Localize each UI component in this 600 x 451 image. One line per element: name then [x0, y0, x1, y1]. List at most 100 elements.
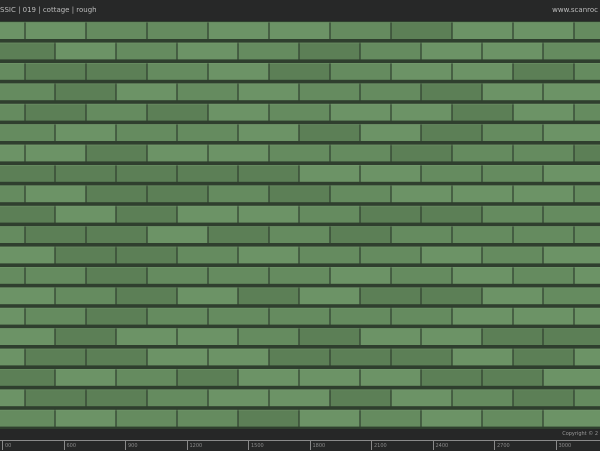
shingle-tile	[391, 389, 452, 407]
shingle-tile	[482, 246, 543, 264]
shingle-tile	[269, 389, 330, 407]
shingle-tile	[147, 307, 208, 325]
shingle-tile	[269, 185, 330, 203]
row-highlight	[0, 267, 600, 268]
shingle-tile	[55, 165, 116, 182]
shingle-tile	[86, 185, 147, 203]
shingle-tile	[55, 83, 116, 101]
row-highlight	[0, 226, 600, 227]
shingle-tile	[147, 226, 208, 243]
shingle-tile	[452, 226, 513, 243]
shingle-tile	[543, 369, 600, 386]
shingle-tile	[147, 348, 208, 366]
shingle-tile	[269, 226, 330, 243]
shingle-tile	[0, 389, 25, 407]
shingle-tile	[116, 369, 177, 386]
shingle-tile	[208, 63, 269, 80]
shingle-tile	[299, 369, 360, 386]
shingle-tile	[269, 63, 330, 80]
shingle-tile	[452, 348, 513, 366]
shingle-tile	[0, 83, 55, 101]
shingle-tile	[25, 144, 86, 162]
shingle-tile	[25, 348, 86, 366]
shingle-tile	[513, 307, 574, 325]
shingle-tile	[421, 369, 482, 386]
shingle-tile	[238, 165, 299, 182]
shingle-tile	[116, 409, 177, 427]
shingle-tile	[360, 42, 421, 60]
shingle-tile	[330, 389, 391, 407]
shingle-tile	[55, 328, 116, 345]
shingle-tile	[574, 348, 600, 366]
shingle-tile	[360, 205, 421, 223]
shingle-tile	[299, 409, 360, 427]
shingle-tile	[482, 328, 543, 345]
shingle-tile	[574, 103, 600, 121]
shingle-tile	[208, 389, 269, 407]
shingle-tile	[269, 348, 330, 366]
shingle-tile	[147, 144, 208, 162]
shingle-tile	[0, 226, 25, 243]
ruler-tick	[309, 441, 311, 450]
shingle-tile	[330, 22, 391, 39]
shingle-tile	[0, 42, 55, 60]
shingle-tile	[574, 307, 600, 325]
row-highlight	[0, 246, 600, 248]
shingle-tile	[0, 124, 55, 141]
shingle-tile	[147, 185, 208, 203]
shingle-tile	[269, 267, 330, 284]
shingle-tile	[299, 42, 360, 60]
shingle-tile	[208, 226, 269, 243]
shingle-tile	[391, 63, 452, 80]
shingle-tile	[238, 124, 299, 141]
shingle-tile	[238, 42, 299, 60]
shingle-tile	[177, 287, 238, 305]
row-highlight	[0, 42, 600, 44]
shingle-tile	[421, 42, 482, 60]
shingle-tile	[116, 42, 177, 60]
shingle-tile	[330, 103, 391, 121]
shingle-tile	[0, 185, 25, 203]
shingle-tile	[177, 246, 238, 264]
row-highlight	[0, 307, 600, 309]
shingle-tile	[421, 165, 482, 182]
shingle-tile	[421, 124, 482, 141]
shingle-tile	[86, 63, 147, 80]
shingle-tile	[116, 287, 177, 305]
shingle-tile	[116, 328, 177, 345]
shingle-tile	[543, 124, 600, 141]
shingle-tile	[25, 185, 86, 203]
shingle-tile	[452, 267, 513, 284]
shingle-tile	[147, 22, 208, 39]
shingle-tile	[330, 185, 391, 203]
shingle-tile	[0, 205, 55, 223]
shingle-tile	[0, 22, 25, 39]
shingle-tile	[86, 103, 147, 121]
shingle-tile	[452, 389, 513, 407]
shingle-tile	[360, 328, 421, 345]
shingle-tile	[177, 42, 238, 60]
shingle-tile	[0, 307, 25, 325]
row-highlight	[0, 409, 600, 411]
shingle-tile	[452, 22, 513, 39]
shingle-tile	[330, 307, 391, 325]
row-highlight	[0, 348, 600, 350]
shingle-tile	[360, 124, 421, 141]
shingle-tile	[574, 389, 600, 407]
shingle-tile	[177, 205, 238, 223]
row-highlight	[0, 369, 600, 370]
shingle-tile	[55, 369, 116, 386]
shingle-tile	[0, 63, 25, 80]
ruler-label: 2100	[374, 443, 387, 449]
top-bar: SSIC | 019 | cottage | rough www.scanroc	[0, 0, 600, 21]
shingle-tile	[513, 63, 574, 80]
shingle-tile	[25, 267, 86, 284]
shingle-tile	[360, 246, 421, 264]
shingle-tile	[452, 307, 513, 325]
shingle-tile	[543, 165, 600, 182]
shingle-tile	[452, 185, 513, 203]
shingle-tile	[482, 42, 543, 60]
shingle-tile	[299, 124, 360, 141]
shingle-tile	[574, 226, 600, 243]
shingle-tile	[330, 226, 391, 243]
